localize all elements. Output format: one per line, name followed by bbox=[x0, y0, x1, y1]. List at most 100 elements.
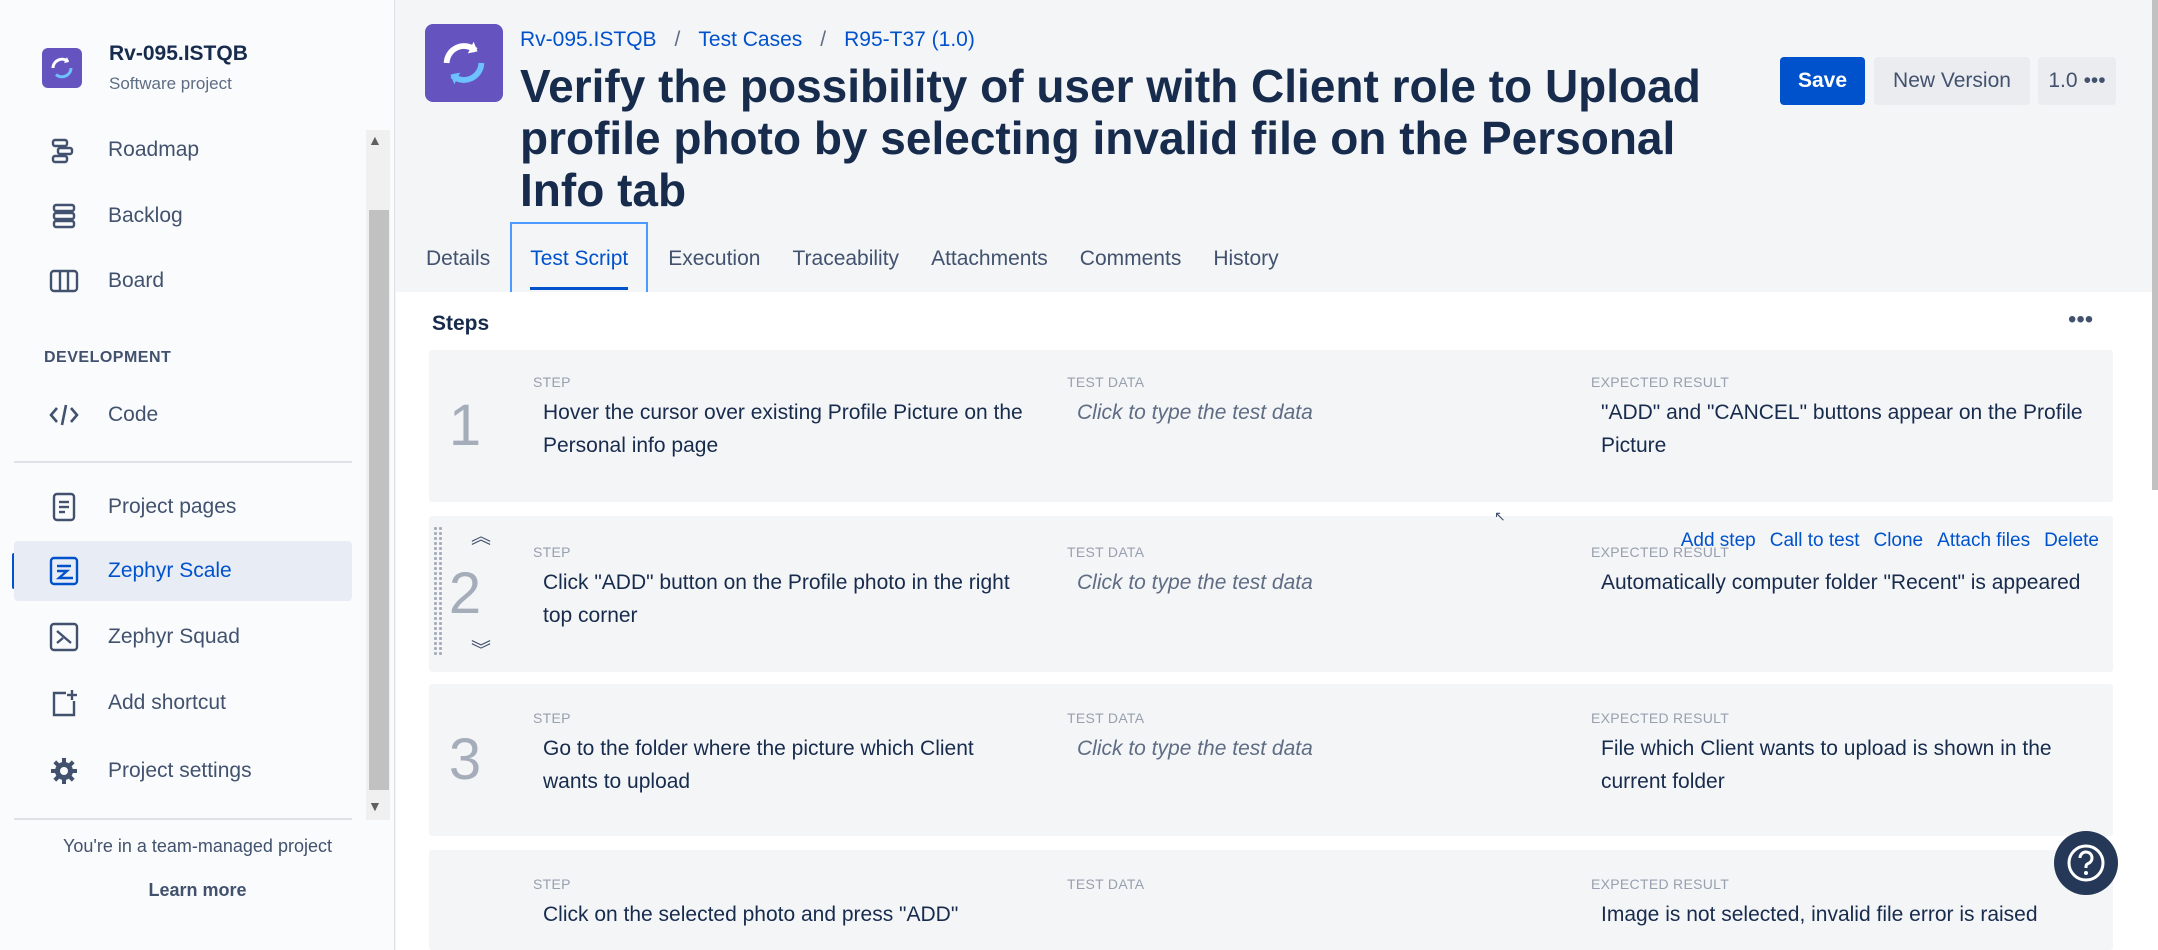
scroll-up-arrow-icon[interactable]: ▲ bbox=[368, 132, 382, 148]
tab-test-script[interactable]: Test Script bbox=[510, 222, 649, 296]
tab-details[interactable]: Details bbox=[426, 222, 502, 296]
new-version-button[interactable]: New Version bbox=[1874, 57, 2030, 105]
clone-link[interactable]: Clone bbox=[1873, 530, 1923, 552]
expected-result-column-label: EXPECTED RESULT bbox=[1591, 374, 1730, 390]
step-column-label: STEP bbox=[533, 544, 571, 560]
move-up-icon[interactable]: ︽ bbox=[471, 520, 491, 549]
breadcrumb-separator: / bbox=[674, 28, 681, 51]
project-avatar bbox=[42, 48, 82, 88]
test-data-column-label: TEST DATA bbox=[1067, 374, 1145, 390]
breadcrumb-test-case-key[interactable]: R95-T37 (1.0) bbox=[844, 28, 975, 52]
step-description[interactable]: Click "ADD" button on the Profile photo … bbox=[543, 566, 1033, 632]
step-column-label: STEP bbox=[533, 374, 571, 390]
team-managed-note: You're in a team-managed project bbox=[63, 836, 332, 856]
sidebar: Rv-095.ISTQB Software project Roadmap Ba… bbox=[0, 0, 395, 950]
steps-panel: Steps ••• 1 STEP TEST DATA EXPECTED RESU… bbox=[396, 292, 2158, 950]
expected-result-field[interactable]: "ADD" and "CANCEL" buttons appear on the… bbox=[1601, 396, 2091, 462]
expected-result-field[interactable]: Image is not selected, invalid file erro… bbox=[1601, 898, 2091, 931]
tab-history[interactable]: History bbox=[1201, 222, 1290, 296]
backlog-icon bbox=[44, 196, 84, 236]
help-button[interactable] bbox=[2054, 831, 2118, 895]
sidebar-item-code[interactable]: Code bbox=[14, 385, 352, 445]
tab-bar: Details Test Script Execution Traceabili… bbox=[426, 222, 1299, 296]
test-data-column-label: TEST DATA bbox=[1067, 544, 1145, 560]
sidebar-item-label: Zephyr Squad bbox=[108, 625, 240, 648]
expected-result-field[interactable]: Automatically computer folder "Recent" i… bbox=[1601, 566, 2091, 599]
project-avatar-large bbox=[425, 24, 503, 102]
test-data-field[interactable]: Click to type the test data bbox=[1077, 566, 1567, 599]
breadcrumb: Rv-095.ISTQB / Test Cases / R95-T37 (1.0… bbox=[520, 28, 975, 52]
sidebar-item-label: Backlog bbox=[108, 204, 183, 227]
tab-comments[interactable]: Comments bbox=[1068, 222, 1194, 296]
breadcrumb-test-cases[interactable]: Test Cases bbox=[698, 28, 802, 52]
sidebar-item-board[interactable]: Board bbox=[14, 251, 352, 311]
sidebar-item-project-pages[interactable]: Project pages bbox=[14, 477, 352, 537]
expected-result-column-label: EXPECTED RESULT bbox=[1591, 876, 1730, 892]
sidebar-item-label: Board bbox=[108, 269, 165, 292]
sidebar-item-zephyr-squad[interactable]: Zephyr Squad bbox=[14, 607, 352, 667]
step-description[interactable]: Go to the folder where the picture which… bbox=[543, 732, 1033, 798]
page-icon bbox=[44, 487, 84, 527]
sidebar-item-label: Add shortcut bbox=[108, 691, 226, 714]
call-to-test-link[interactable]: Call to test bbox=[1770, 530, 1860, 552]
sidebar-item-label: Code bbox=[108, 403, 159, 426]
step-column-label: STEP bbox=[533, 710, 571, 726]
save-button[interactable]: Save bbox=[1780, 57, 1865, 105]
project-name: Rv-095.ISTQB bbox=[109, 42, 248, 65]
sidebar-item-backlog[interactable]: Backlog bbox=[14, 186, 352, 246]
step-description[interactable]: Click on the selected photo and press "A… bbox=[543, 898, 1033, 931]
sidebar-item-add-shortcut[interactable]: Add shortcut bbox=[14, 673, 352, 733]
gear-icon bbox=[44, 751, 84, 791]
test-data-field[interactable]: Click to type the test data bbox=[1077, 732, 1567, 765]
sidebar-scroll-thumb[interactable] bbox=[369, 210, 389, 790]
zephyr-scale-icon bbox=[44, 551, 84, 591]
expected-result-column-label: EXPECTED RESULT bbox=[1591, 710, 1730, 726]
scroll-down-arrow-icon[interactable]: ▼ bbox=[368, 798, 382, 814]
move-down-icon[interactable]: ︾ bbox=[471, 634, 491, 663]
section-development: DEVELOPMENT bbox=[44, 349, 172, 366]
code-icon bbox=[44, 395, 84, 435]
sidebar-item-label: Project pages bbox=[108, 495, 237, 518]
tab-traceability[interactable]: Traceability bbox=[780, 222, 911, 296]
sidebar-item-zephyr-scale[interactable]: Zephyr Scale bbox=[14, 541, 352, 601]
steps-heading: Steps bbox=[432, 312, 490, 335]
step-number: 1 bbox=[448, 393, 482, 458]
learn-more-link[interactable]: Learn more bbox=[0, 880, 395, 901]
delete-link[interactable]: Delete bbox=[2044, 530, 2099, 552]
main-content: Rv-095.ISTQB / Test Cases / R95-T37 (1.0… bbox=[396, 0, 2158, 950]
add-step-link[interactable]: Add step bbox=[1681, 530, 1756, 552]
tab-execution[interactable]: Execution bbox=[656, 222, 772, 296]
step-column-label: STEP bbox=[533, 876, 571, 892]
sidebar-item-project-settings[interactable]: Project settings bbox=[14, 741, 352, 801]
breadcrumb-separator: / bbox=[820, 28, 827, 51]
add-shortcut-icon bbox=[44, 683, 84, 723]
breadcrumb-project[interactable]: Rv-095.ISTQB bbox=[520, 28, 657, 52]
step-actions: Add step Call to test Clone Attach files… bbox=[1681, 530, 2099, 552]
sidebar-item-label: Zephyr Scale bbox=[108, 559, 232, 582]
project-header[interactable]: Rv-095.ISTQB Software project bbox=[42, 42, 248, 94]
steps-more-icon[interactable]: ••• bbox=[2068, 306, 2093, 334]
board-icon bbox=[44, 261, 84, 301]
test-data-field[interactable]: Click to type the test data bbox=[1077, 396, 1567, 429]
attach-files-link[interactable]: Attach files bbox=[1937, 530, 2030, 552]
tab-attachments[interactable]: Attachments bbox=[919, 222, 1060, 296]
sidebar-divider bbox=[14, 461, 352, 463]
roadmap-icon bbox=[44, 130, 84, 170]
sidebar-item-roadmap[interactable]: Roadmap bbox=[14, 120, 352, 180]
test-data-column-label: TEST DATA bbox=[1067, 710, 1145, 726]
step-row[interactable]: STEP TEST DATA EXPECTED RESULT Click on … bbox=[429, 850, 2113, 950]
sidebar-item-label: Roadmap bbox=[108, 138, 200, 161]
zephyr-squad-icon bbox=[44, 617, 84, 657]
step-row[interactable]: ︽ ︾ 2 STEP TEST DATA EXPECTED RESULT Add… bbox=[429, 516, 2113, 672]
step-row[interactable]: 1 STEP TEST DATA EXPECTED RESULT Hover t… bbox=[429, 350, 2113, 502]
step-description[interactable]: Hover the cursor over existing Profile P… bbox=[543, 396, 1033, 462]
mouse-cursor-icon: ↖ bbox=[1494, 508, 1506, 524]
version-dropdown-button[interactable]: 1.0 ••• bbox=[2038, 57, 2116, 105]
sidebar-divider bbox=[14, 818, 352, 820]
main-scrollbar[interactable] bbox=[2152, 0, 2158, 490]
step-row[interactable]: 3 STEP TEST DATA EXPECTED RESULT Go to t… bbox=[429, 684, 2113, 836]
page-title[interactable]: Verify the possibility of user with Clie… bbox=[520, 60, 1710, 216]
project-type: Software project bbox=[109, 74, 232, 93]
expected-result-field[interactable]: File which Client wants to upload is sho… bbox=[1601, 732, 2091, 798]
help-icon bbox=[2067, 844, 2105, 882]
